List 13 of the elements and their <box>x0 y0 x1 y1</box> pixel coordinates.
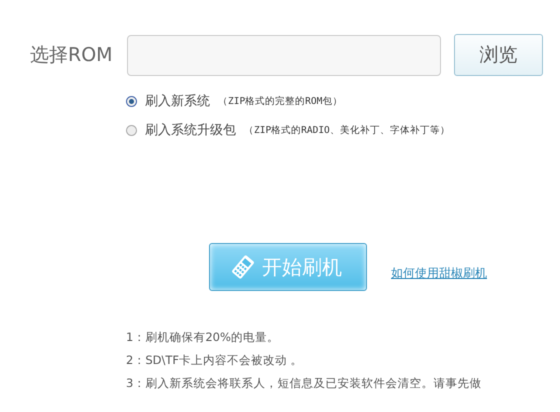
rom-path-field[interactable] <box>127 34 441 76</box>
radio-button[interactable] <box>126 96 137 106</box>
option-note: （ZIP格式的完整的ROM包） <box>218 94 342 108</box>
option-note: （ZIP格式的RADIO、美化补丁、字体补丁等） <box>244 124 450 136</box>
option-label: 刷入新系统 <box>145 93 210 110</box>
browse-button[interactable]: 浏览 <box>454 34 543 76</box>
radio-button[interactable] <box>126 124 137 136</box>
help-link[interactable]: 如何使用甜椒刷机 <box>391 264 487 282</box>
option-label: 刷入系统升级包 <box>145 122 236 139</box>
note-text: 2：SD\TF卡上内容不会被改动 。 <box>126 353 304 368</box>
note-text: 1：刷机确保有20%的电量。 <box>126 330 280 345</box>
field-label: 选择ROM <box>30 43 114 68</box>
note-text: 3：刷入新系统会将联系人，短信息及已安装软件会清空。请事先做 <box>126 376 482 391</box>
